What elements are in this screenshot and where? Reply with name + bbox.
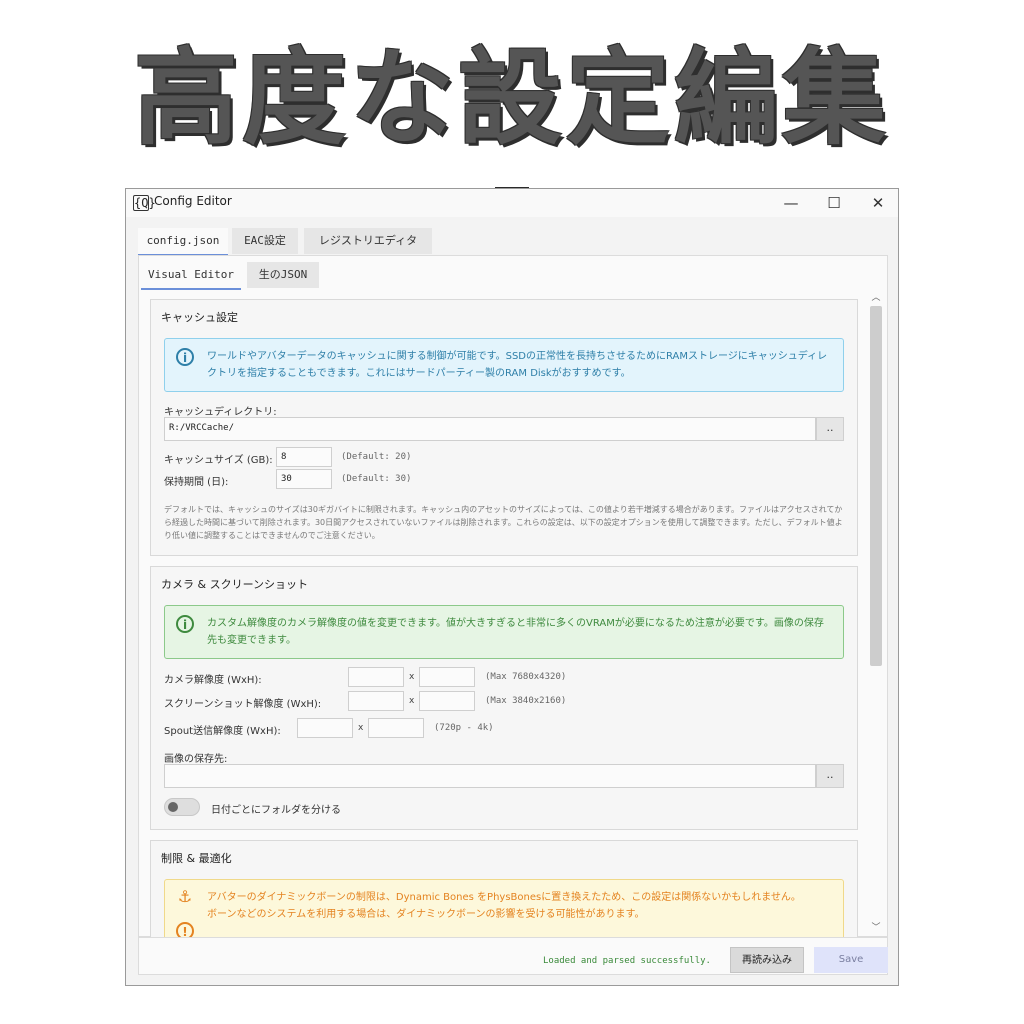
section-title: カメラ & スクリーンショット	[161, 578, 309, 591]
section-title: キャッシュ設定	[161, 311, 238, 324]
cache-info-box: i ワールドやアバターデータのキャッシュに関する制御が可能です。SSDの正常性を…	[164, 338, 844, 392]
scroll-up-icon[interactable]: ︿	[868, 290, 884, 303]
camera-info-box: i カスタム解像度のカメラ解像度の値を変更できます。値が大きすぎると非常に多くの…	[164, 605, 844, 659]
anchor-icon: ⚓	[177, 887, 193, 906]
info-icon: i	[176, 615, 194, 633]
title-bar: {Q} Config Editor — ☐ ✕	[126, 189, 898, 217]
cache-dir-label: キャッシュディレクトリ:	[164, 407, 277, 418]
limits-info-box: ⚓ アバターのダイナミックボーンの制限は、Dynamic Bones をPhys…	[164, 879, 844, 938]
spout-width-input[interactable]	[297, 718, 353, 738]
screenshot-res-label: スクリーンショット解像度 (WxH):	[164, 699, 322, 710]
save-path-browse-button[interactable]: ..	[816, 764, 844, 788]
scroll-thumb[interactable]	[870, 306, 882, 666]
tab-registry-editor[interactable]: レジストリエディタ	[304, 228, 432, 254]
screenshot-width-input[interactable]	[348, 691, 404, 711]
cache-size-label: キャッシュサイズ (GB):	[164, 455, 273, 466]
cache-size-input[interactable]: 8	[276, 447, 332, 467]
times-sign: x	[358, 723, 364, 733]
camera-width-input[interactable]	[348, 667, 404, 687]
spout-res-label: Spout送信解像度 (WxH):	[164, 726, 281, 737]
reload-button[interactable]: 再読み込み	[730, 947, 804, 973]
scroll-down-icon[interactable]: ﹀	[868, 920, 884, 933]
tab-visual-editor[interactable]: Visual Editor	[141, 262, 241, 290]
retention-label: 保持期間 (日):	[164, 477, 229, 488]
cache-dir-input[interactable]: R:/VRCCache/	[164, 417, 816, 441]
vertical-scrollbar[interactable]: ︿ ﹀	[868, 288, 884, 938]
limits-info-text-2: ボーンなどのシステムを利用する場合は、ダイナミックボーンの影響を受ける可能性があ…	[207, 909, 645, 920]
save-path-input[interactable]	[164, 764, 816, 788]
footer-bar: Loaded and parsed successfully. 再読み込み Sa…	[138, 937, 888, 975]
tab-raw-json[interactable]: 生のJSON	[247, 262, 319, 288]
camera-section: カメラ & スクリーンショット i カスタム解像度のカメラ解像度の値を変更できま…	[150, 566, 858, 830]
screenshot-res-hint: (Max 3840x2160)	[485, 696, 567, 706]
tab-eac-settings[interactable]: EAC設定	[232, 228, 298, 254]
settings-scroll-area[interactable]: キャッシュ設定 i ワールドやアバターデータのキャッシュに関する制御が可能です。…	[140, 288, 873, 938]
status-message: Loaded and parsed successfully.	[543, 956, 711, 966]
page-banner-title: 高度な設定編集	[133, 37, 890, 159]
camera-res-hint: (Max 7680x4320)	[485, 672, 567, 682]
date-folder-toggle[interactable]	[164, 798, 200, 816]
camera-info-text: カスタム解像度のカメラ解像度の値を変更できます。値が大きすぎると非常に多くのVR…	[207, 618, 824, 646]
times-sign: x	[409, 672, 415, 682]
app-icon: {Q}	[133, 195, 156, 211]
limits-info-text: アバターのダイナミックボーンの制限は、Dynamic Bones をPhysBo…	[207, 892, 801, 903]
warning-icon: !	[176, 922, 194, 938]
maximize-button[interactable]: ☐	[820, 193, 848, 213]
screenshot-height-input[interactable]	[419, 691, 475, 711]
date-folder-label: 日付ごとにフォルダを分ける	[211, 805, 341, 816]
cache-size-hint: (Default: 20)	[341, 452, 412, 462]
spout-height-input[interactable]	[368, 718, 424, 738]
save-path-label: 画像の保存先:	[164, 754, 228, 765]
cache-section: キャッシュ設定 i ワールドやアバターデータのキャッシュに関する制御が可能です。…	[150, 299, 858, 556]
limits-section: 制限 & 最適化 ⚓ アバターのダイナミックボーンの制限は、Dynamic Bo…	[150, 840, 858, 938]
spout-res-hint: (720p - 4k)	[434, 723, 494, 733]
cache-info-text: ワールドやアバターデータのキャッシュに関する制御が可能です。SSDの正常性を長持…	[207, 351, 828, 379]
config-editor-window: {Q} Config Editor — ☐ ✕ config.json EAC設…	[125, 188, 899, 986]
camera-res-label: カメラ解像度 (WxH):	[164, 675, 262, 686]
save-button[interactable]: Save	[814, 947, 888, 973]
retention-hint: (Default: 30)	[341, 474, 412, 484]
camera-height-input[interactable]	[419, 667, 475, 687]
section-title: 制限 & 最適化	[161, 852, 232, 865]
info-icon: i	[176, 348, 194, 366]
close-button[interactable]: ✕	[864, 193, 892, 213]
times-sign: x	[409, 696, 415, 706]
cache-note: デフォルトでは、キャッシュのサイズは30ギガバイトに制限されます。キャッシュ内の…	[164, 505, 843, 540]
window-title: Config Editor	[154, 194, 232, 208]
retention-input[interactable]: 30	[276, 469, 332, 489]
tab-config-json[interactable]: config.json	[138, 228, 228, 256]
cache-dir-browse-button[interactable]: ..	[816, 417, 844, 441]
minimize-button[interactable]: —	[777, 193, 805, 213]
toggle-knob	[168, 802, 178, 812]
